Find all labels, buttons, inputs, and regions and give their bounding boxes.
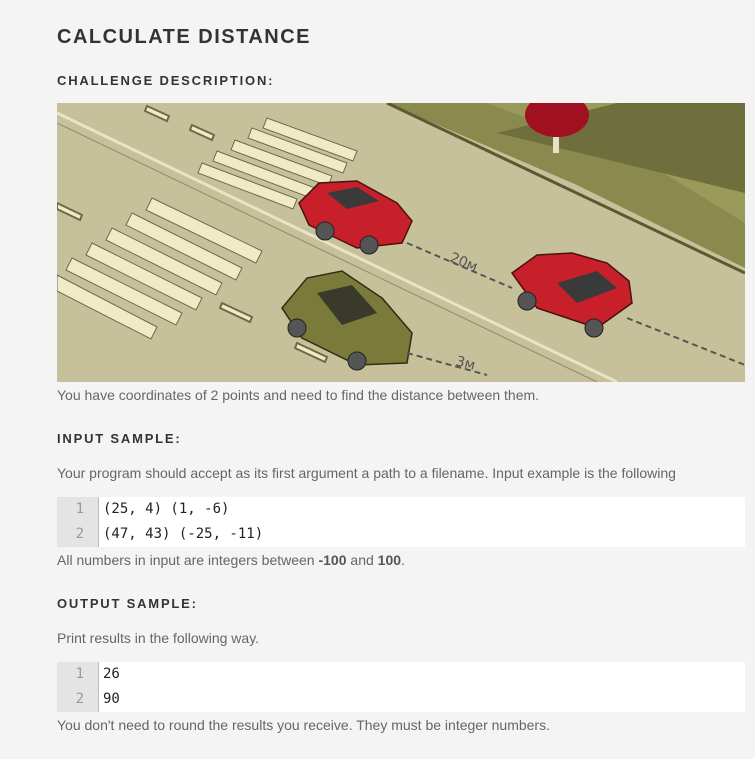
code-line: 1 26: [57, 662, 745, 687]
line-number: 1: [57, 497, 99, 522]
code-text: (25, 4) (1, -6): [103, 501, 230, 517]
page-title: CALCULATE DISTANCE: [57, 26, 312, 48]
code-text: 26: [103, 666, 120, 682]
code-line: 2 (47, 43) (-25, -11): [57, 522, 745, 547]
challenge-description-heading: CHALLENGE DESCRIPTION:: [57, 73, 275, 88]
code-text: (47, 43) (-25, -11): [103, 526, 264, 542]
output-code-block: 1 26 2 90: [57, 662, 745, 712]
input-constraints-text: All numbers in input are integers betwee…: [57, 552, 405, 568]
line-number: 2: [57, 522, 99, 547]
input-sample-text: Your program should accept as its first …: [57, 465, 676, 481]
cars-distance-illustration: 20м 3м: [57, 103, 745, 382]
input-code-block: 1 (25, 4) (1, -6) 2 (47, 43) (-25, -11): [57, 497, 745, 547]
challenge-page: CALCULATE DISTANCE CHALLENGE DESCRIPTION…: [0, 0, 755, 759]
code-text: 90: [103, 691, 120, 707]
input-note-min: -100: [318, 552, 347, 568]
code-line: 2 90: [57, 687, 745, 712]
output-sample-heading: OUTPUT SAMPLE:: [57, 596, 198, 611]
output-sample-text: Print results in the following way.: [57, 630, 260, 646]
line-number: 2: [57, 687, 99, 712]
input-note-suffix: .: [401, 552, 405, 568]
input-sample-heading: INPUT SAMPLE:: [57, 431, 182, 446]
output-note-text: You don't need to round the results you …: [57, 717, 550, 733]
challenge-description-text: You have coordinates of 2 points and nee…: [57, 387, 540, 403]
line-number: 1: [57, 662, 99, 687]
input-note-prefix: All numbers in input are integers betwee…: [57, 552, 319, 568]
code-line: 1 (25, 4) (1, -6): [57, 497, 745, 522]
input-note-mid: and: [346, 552, 378, 568]
input-note-max: 100: [377, 552, 402, 568]
